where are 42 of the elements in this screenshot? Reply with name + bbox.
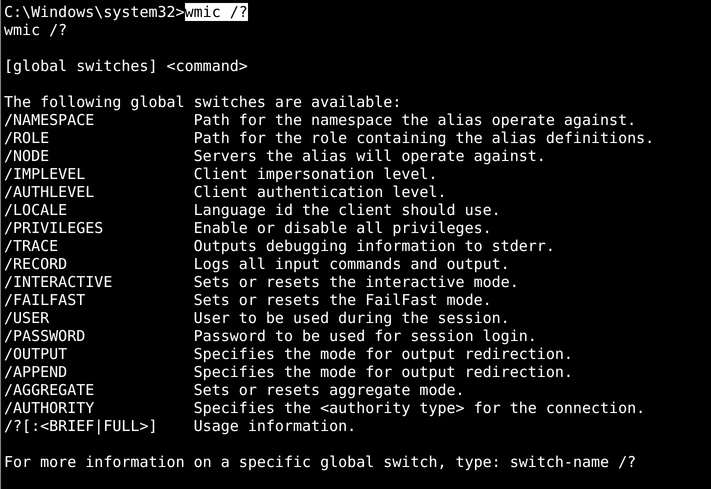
switch-name: /AUTHLEVEL [4,183,96,201]
switch-name: /NAMESPACE [4,111,96,129]
switch-name: /?[:<BRIEF|FULL>] [4,417,159,435]
switch-name: /FAILFAST [4,291,86,309]
output-line: [global switches] <command> [4,57,248,75]
switch-name: /AGGREGATE [4,381,96,399]
switch-description: Client impersonation level. [194,165,438,183]
switch-name: /AUTHORITY [4,399,96,417]
switch-name: /ROLE [4,129,50,147]
switch-description: Language id the client should use. [194,201,501,219]
switch-name: /PASSWORD [4,327,86,345]
output-line: The following global switches are available: [4,93,402,111]
switch-name: /TRACE [4,237,60,255]
output-line: wmic /? [4,21,68,39]
switch-name: /LOCALE [4,201,68,219]
switch-description: Specifies the <authority type> for the connection. [194,399,646,417]
typed-command: wmic /? [184,3,248,21]
switch-description: Sets or resets the FailFast mode. [194,291,492,309]
switch-description: Client authentication level. [194,183,447,201]
switch-description: Path for the namespace the alias operate against. [194,111,636,129]
switch-description: Servers the alias will operate against. [194,147,546,165]
switch-description: Sets or resets aggregate mode. [194,381,465,399]
switch-name: /OUTPUT [4,345,68,363]
switch-name: /NODE [4,147,50,165]
switch-description: Usage information. [194,417,356,435]
switch-description: Enable or disable all privileges. [194,219,492,237]
switch-name: /APPEND [4,363,68,381]
prompt-path: C:\Windows\system32> [4,3,185,21]
switch-name: /PRIVILEGES [4,219,104,237]
switch-description: Path for the role containing the alias definitions. [194,129,654,147]
switch-name: /INTERACTIVE [4,273,114,291]
switch-description: Logs all input commands and output. [194,255,510,273]
switch-description: Password to be used for session login. [194,327,537,345]
switch-description: Specifies the mode for output redirection. [194,363,573,381]
switch-description: Specifies the mode for output redirection. [194,345,573,363]
switch-description: Outputs debugging information to stderr. [194,237,555,255]
output-line: For more information on a specific global switch, type: switch-name /? [4,453,636,471]
switch-description: Sets or resets the interactive mode. [194,273,519,291]
switch-name: /RECORD [4,255,68,273]
switch-description: User to be used during the session. [194,309,510,327]
switch-name: /IMPLEVEL [4,165,86,183]
switch-name: /USER [4,309,50,327]
